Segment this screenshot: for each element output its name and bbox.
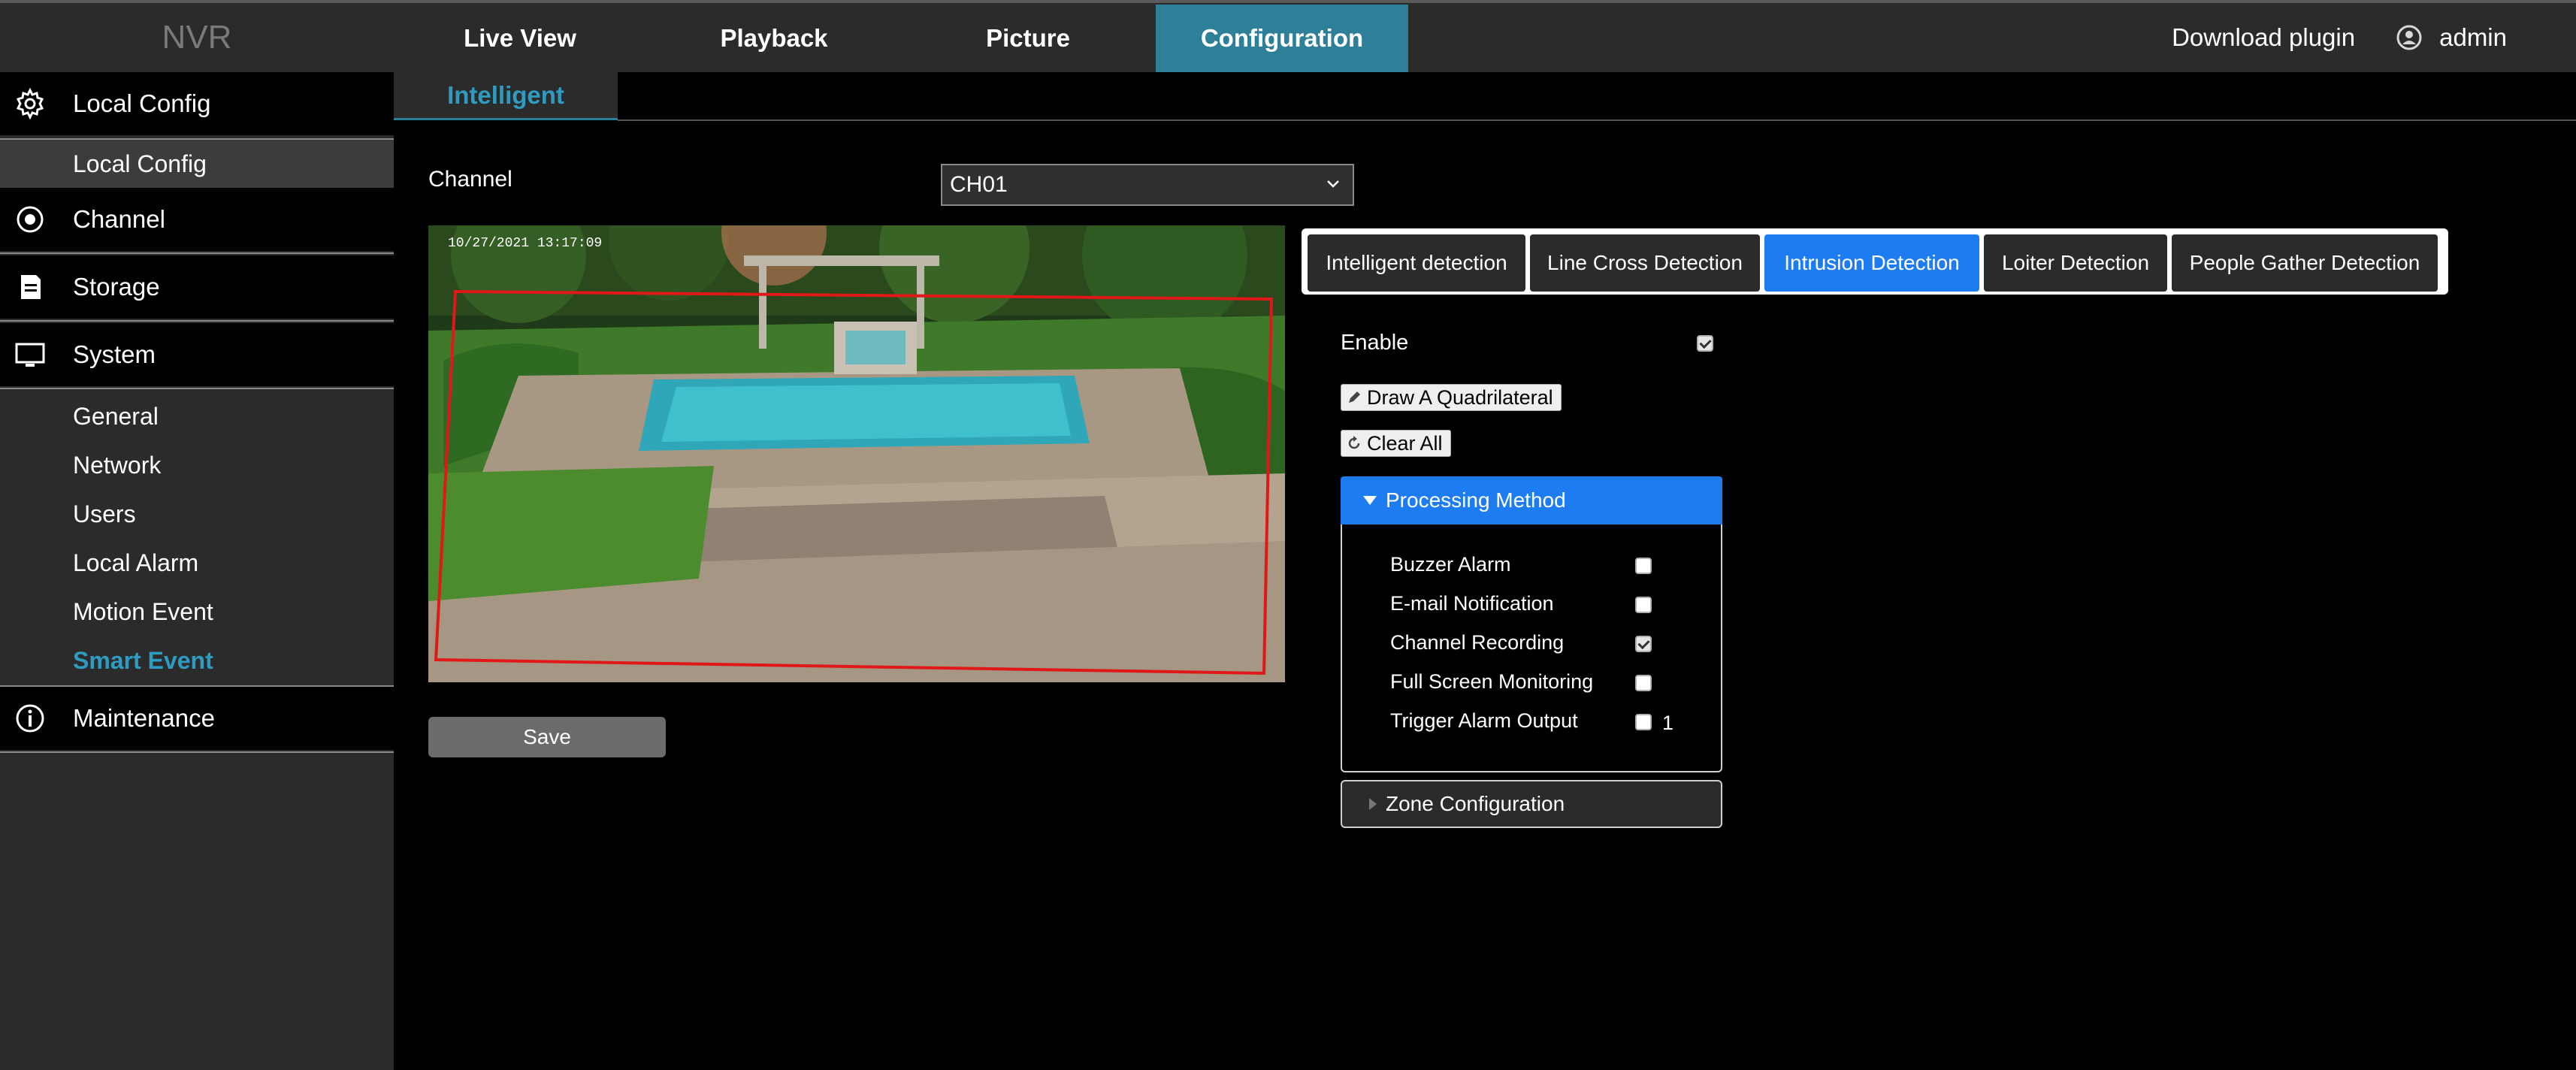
sidebar-label: Users: [73, 500, 136, 527]
tab-intelligent-detection[interactable]: Intelligent detection: [1308, 234, 1525, 292]
email-notification-checkbox[interactable]: [1635, 597, 1652, 613]
zone-configuration-header[interactable]: Zone Configuration: [1341, 780, 1722, 828]
buzzer-alarm-label: Buzzer Alarm: [1390, 553, 1511, 576]
trigger-alarm-output-label: Trigger Alarm Output: [1390, 709, 1578, 732]
tab-line-cross-detection[interactable]: Line Cross Detection: [1530, 234, 1760, 292]
sidebar-label: System: [73, 340, 156, 368]
sidebar-label: General: [73, 402, 159, 430]
sidebar-item-local-config-sub[interactable]: Local Config: [0, 140, 394, 188]
zone-configuration-label: Zone Configuration: [1386, 792, 1565, 815]
user-icon[interactable]: [2396, 24, 2423, 51]
refresh-icon: [1348, 436, 1360, 449]
channel-recording-checkbox[interactable]: [1635, 636, 1652, 652]
trigger-alarm-output-checkbox[interactable]: [1635, 714, 1652, 730]
tab-configuration[interactable]: Configuration: [1156, 5, 1408, 72]
storage-icon: [21, 275, 41, 299]
sidebar-label: Maintenance: [73, 704, 215, 732]
divider: [618, 119, 2576, 121]
app-logo: NVR: [162, 19, 232, 56]
sidebar-item-channel[interactable]: Channel: [0, 188, 394, 251]
sidebar-label: Network: [73, 451, 162, 479]
sidebar-label: Local Alarm: [73, 549, 199, 576]
divider: [0, 751, 394, 753]
full-screen-monitoring-checkbox[interactable]: [1635, 675, 1652, 691]
sidebar-item-system[interactable]: System: [0, 323, 394, 386]
enable-checkbox[interactable]: [1697, 335, 1713, 352]
sidebar-item-users[interactable]: Users: [0, 490, 394, 538]
tab-picture[interactable]: Picture: [902, 5, 1154, 72]
top-right-area: Download plugin admin: [2172, 3, 2576, 72]
sidebar-label: Local Config: [73, 150, 207, 177]
sidebar-item-motion-event[interactable]: Motion Event: [0, 588, 394, 636]
camera-image: [428, 225, 1285, 682]
detection-tabs: Intelligent detection Line Cross Detecti…: [1302, 228, 2448, 295]
email-notification-label: E-mail Notification: [1390, 592, 1554, 615]
processing-method-label: Processing Method: [1386, 488, 1566, 512]
channel-label: Channel: [428, 167, 512, 192]
sidebar-label: Smart Event: [73, 646, 213, 674]
full-screen-monitoring-label: Full Screen Monitoring: [1390, 670, 1594, 693]
tab-intrusion-detection[interactable]: Intrusion Detection: [1764, 234, 1979, 292]
sidebar-item-maintenance[interactable]: Maintenance: [0, 687, 394, 750]
sidebar-item-storage[interactable]: Storage: [0, 255, 394, 319]
sidebar-label: Channel: [73, 205, 165, 233]
clear-all-button[interactable]: Clear All: [1341, 430, 1451, 457]
username[interactable]: admin: [2439, 23, 2507, 52]
info-icon: [16, 704, 44, 733]
pencil-icon: [1349, 391, 1360, 403]
camera-preview[interactable]: 10/27/2021 13:17:09: [428, 225, 1285, 682]
tab-people-gather-detection[interactable]: People Gather Detection: [2172, 234, 2438, 292]
sidebar-item-local-alarm[interactable]: Local Alarm: [0, 539, 394, 587]
caret-right-icon: [1369, 798, 1377, 810]
channel-select[interactable]: CH01: [941, 164, 1354, 206]
caret-down-icon: [1363, 496, 1377, 505]
sidebar-item-smart-event[interactable]: Smart Event: [0, 636, 394, 685]
alarm-output-number: 1: [1662, 712, 1674, 734]
processing-method-header[interactable]: Processing Method: [1341, 476, 1722, 524]
sidebar-label: Storage: [73, 273, 160, 301]
divider: [0, 320, 394, 322]
chevron-down-icon: [1327, 180, 1339, 188]
tab-intelligent[interactable]: Intelligent: [394, 72, 618, 120]
monitor-icon: [15, 343, 45, 367]
gear-icon: [16, 87, 44, 120]
camera-timestamp: 10/27/2021 13:17:09: [448, 236, 603, 251]
sidebar-item-network[interactable]: Network: [0, 441, 394, 489]
clear-all-label: Clear All: [1367, 431, 1443, 455]
enable-label: Enable: [1341, 331, 1409, 355]
tab-live-view[interactable]: Live View: [394, 5, 646, 72]
channel-recording-label: Channel Recording: [1390, 631, 1565, 654]
download-plugin-link[interactable]: Download plugin: [2172, 23, 2355, 52]
save-button[interactable]: Save: [428, 717, 666, 757]
divider: [0, 388, 394, 389]
sidebar-item-general[interactable]: General: [0, 392, 394, 440]
sidebar-label: Motion Event: [73, 597, 213, 625]
sidebar: Local Config Local Config Channel Storag…: [0, 72, 394, 1070]
divider: [0, 252, 394, 254]
draw-quadrilateral-button[interactable]: Draw A Quadrilateral: [1341, 384, 1562, 411]
camera-icon: [17, 206, 44, 233]
sidebar-item-local-config[interactable]: Local Config: [0, 72, 394, 135]
channel-select-value: CH01: [950, 172, 1008, 197]
top-bar: NVR Live View Playback Picture Configura…: [0, 0, 2576, 72]
tab-loiter-detection[interactable]: Loiter Detection: [1984, 234, 2167, 292]
tab-playback[interactable]: Playback: [648, 5, 900, 72]
sidebar-label: Local Config: [73, 89, 211, 117]
buzzer-alarm-checkbox[interactable]: [1635, 558, 1652, 574]
draw-quadrilateral-label: Draw A Quadrilateral: [1367, 385, 1553, 409]
